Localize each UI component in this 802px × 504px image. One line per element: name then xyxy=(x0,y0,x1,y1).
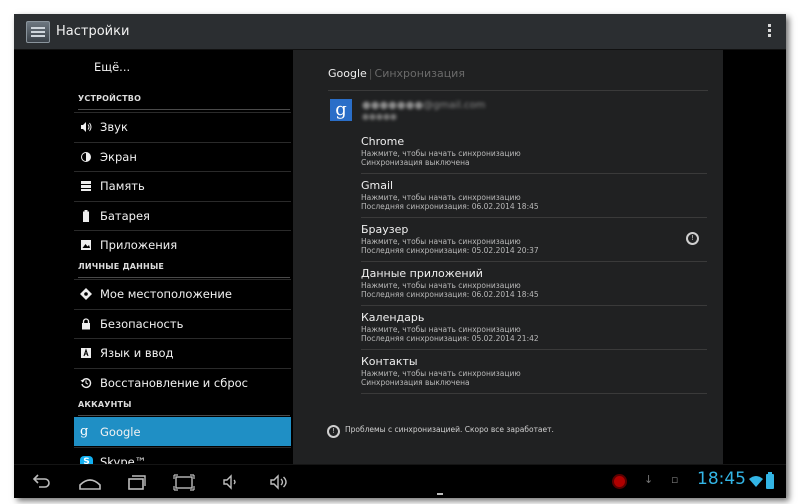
system-bar: ↓ ▫ 18:45 xyxy=(14,464,786,498)
header-language[interactable]: Язык и ввод xyxy=(74,338,291,367)
header-sound[interactable]: Звук xyxy=(74,112,291,141)
category-personal: ЛИЧНЫЕ ДАННЫЕ xyxy=(78,262,290,278)
sync-item-title: Gmail xyxy=(361,179,394,192)
sync-item-status: Синхронизация выключена xyxy=(361,378,470,387)
category-accounts: АККАУНТЫ xyxy=(78,400,290,416)
header-label: Батарея xyxy=(100,209,150,223)
speaker-icon xyxy=(80,121,92,133)
notification-icon: ▫ xyxy=(671,473,679,486)
settings-headers-list: Ещё... УСТРОЙСТВО Звук Экран Память Бата… xyxy=(14,50,293,469)
sync-item-contacts[interactable]: Контакты Нажмите, чтобы начать синхрониз… xyxy=(361,350,707,394)
header-security[interactable]: Безопасность xyxy=(74,309,291,338)
sync-problem-icon: ! xyxy=(327,425,340,438)
screenshot-icon[interactable] xyxy=(172,471,196,493)
battery-icon xyxy=(80,210,92,222)
breadcrumb-section: Синхронизация xyxy=(374,67,465,80)
sync-item-status: Последняя синхронизация: 05.02.2014 21:4… xyxy=(361,334,539,343)
google-account-icon: g xyxy=(330,99,352,121)
sync-item-status: Последняя синхронизация: 05.02.2014 20:3… xyxy=(361,246,539,255)
volume-down-icon[interactable] xyxy=(220,471,242,493)
sync-item-title: Календарь xyxy=(361,311,425,324)
restore-icon xyxy=(80,377,92,389)
google-account-row: g ●●●●●●●@gmail.com ●●●●● xyxy=(328,97,708,127)
sync-item-hint: Нажмите, чтобы начать синхронизацию xyxy=(361,149,521,158)
header-label: Звук xyxy=(100,120,128,134)
header-display[interactable]: Экран xyxy=(74,142,291,171)
google-icon: g xyxy=(80,424,89,439)
sync-item-hint: Нажмите, чтобы начать синхронизацию xyxy=(361,237,521,246)
header-google-account[interactable]: g Google xyxy=(74,417,291,446)
header-backup-reset[interactable]: Восстановление и сброс xyxy=(74,368,291,397)
sync-settings-pane: Google | Синхронизация g ●●●●●●●@gmail.com… xyxy=(293,50,723,464)
apps-icon xyxy=(80,239,92,251)
breadcrumb: Google | Синхронизация xyxy=(328,67,465,80)
header-label: Язык и ввод xyxy=(100,346,174,360)
more-settings-item[interactable]: Ещё... xyxy=(94,60,130,74)
status-clock[interactable]: 18:45 xyxy=(697,469,746,489)
tablet-screen: Настройки Ещё... УСТРОЙСТВО Звук Экран П… xyxy=(14,14,786,498)
sync-problem-icon: ! xyxy=(686,232,699,245)
sync-item-app-data[interactable]: Данные приложений Нажмите, чтобы начать … xyxy=(361,262,707,306)
brightness-icon xyxy=(80,151,92,163)
sync-item-hint: Нажмите, чтобы начать синхронизацию xyxy=(361,369,521,378)
sync-item-title: Chrome xyxy=(361,135,405,148)
header-skype-account[interactable]: S Skype™ xyxy=(74,447,291,469)
home-icon[interactable] xyxy=(78,471,102,493)
sync-item-title: Данные приложений xyxy=(361,267,483,280)
account-type-redacted: ●●●●● xyxy=(362,112,397,121)
sync-problem-text: Проблемы с синхронизацией. Скоро все зар… xyxy=(345,425,554,434)
storage-icon xyxy=(80,180,92,192)
sync-problem-banner: ! Проблемы с синхронизацией. Скоро все з… xyxy=(327,422,707,442)
header-label: Экран xyxy=(100,150,137,164)
sync-item-title: Контакты xyxy=(361,355,418,368)
header-location[interactable]: Мое местоположение xyxy=(74,279,291,308)
breadcrumb-account[interactable]: Google xyxy=(328,67,367,80)
sync-item-status: Синхронизация выключена xyxy=(361,158,470,167)
location-icon xyxy=(80,288,92,300)
divider xyxy=(328,90,708,91)
sync-item-hint: Нажмите, чтобы начать синхронизацию xyxy=(361,325,521,334)
nav-indicator xyxy=(437,493,443,495)
header-storage[interactable]: Память xyxy=(74,171,291,200)
volume-up-icon[interactable] xyxy=(268,471,290,493)
action-bar: Настройки xyxy=(14,14,786,50)
sync-item-status: Последняя синхронизация: 06.02.2014 18:4… xyxy=(361,202,539,211)
wifi-icon xyxy=(749,473,763,492)
header-apps[interactable]: Приложения xyxy=(74,230,291,259)
back-icon[interactable] xyxy=(30,471,52,493)
battery-status-icon xyxy=(766,472,774,489)
lock-icon xyxy=(80,318,92,330)
sync-item-gmail[interactable]: Gmail Нажмите, чтобы начать синхронизаци… xyxy=(361,174,707,218)
header-battery[interactable]: Батарея xyxy=(74,201,291,230)
header-label: Безопасность xyxy=(100,317,184,331)
overflow-menu-icon[interactable] xyxy=(768,24,772,40)
header-label: Память xyxy=(100,179,145,193)
sync-item-chrome[interactable]: Chrome Нажмите, чтобы начать синхронизац… xyxy=(361,130,707,174)
header-label: Восстановление и сброс xyxy=(100,376,249,390)
header-label: Приложения xyxy=(100,238,178,252)
sync-item-calendar[interactable]: Календарь Нажмите, чтобы начать синхрони… xyxy=(361,306,707,350)
sync-item-status: Последняя синхронизация: 06.02.2014 18:4… xyxy=(361,290,539,299)
account-email-redacted: ●●●●●●●@gmail.com xyxy=(362,100,486,111)
sync-item-hint: Нажмите, чтобы начать синхронизацию xyxy=(361,281,521,290)
header-label: Google xyxy=(100,425,141,439)
header-label: Мое местоположение xyxy=(100,287,232,301)
settings-app-icon[interactable] xyxy=(26,21,50,43)
keyboard-icon xyxy=(80,347,92,359)
sync-item-hint: Нажмите, чтобы начать синхронизацию xyxy=(361,193,521,202)
category-device: УСТРОЙСТВО xyxy=(78,94,290,110)
app-title: Настройки xyxy=(56,24,130,39)
sync-item-title: Браузер xyxy=(361,223,409,236)
recent-apps-icon[interactable] xyxy=(126,471,148,493)
download-icon: ↓ xyxy=(644,473,654,486)
sync-item-browser[interactable]: Браузер Нажмите, чтобы начать синхрониза… xyxy=(361,218,707,262)
record-indicator-icon xyxy=(612,474,627,489)
